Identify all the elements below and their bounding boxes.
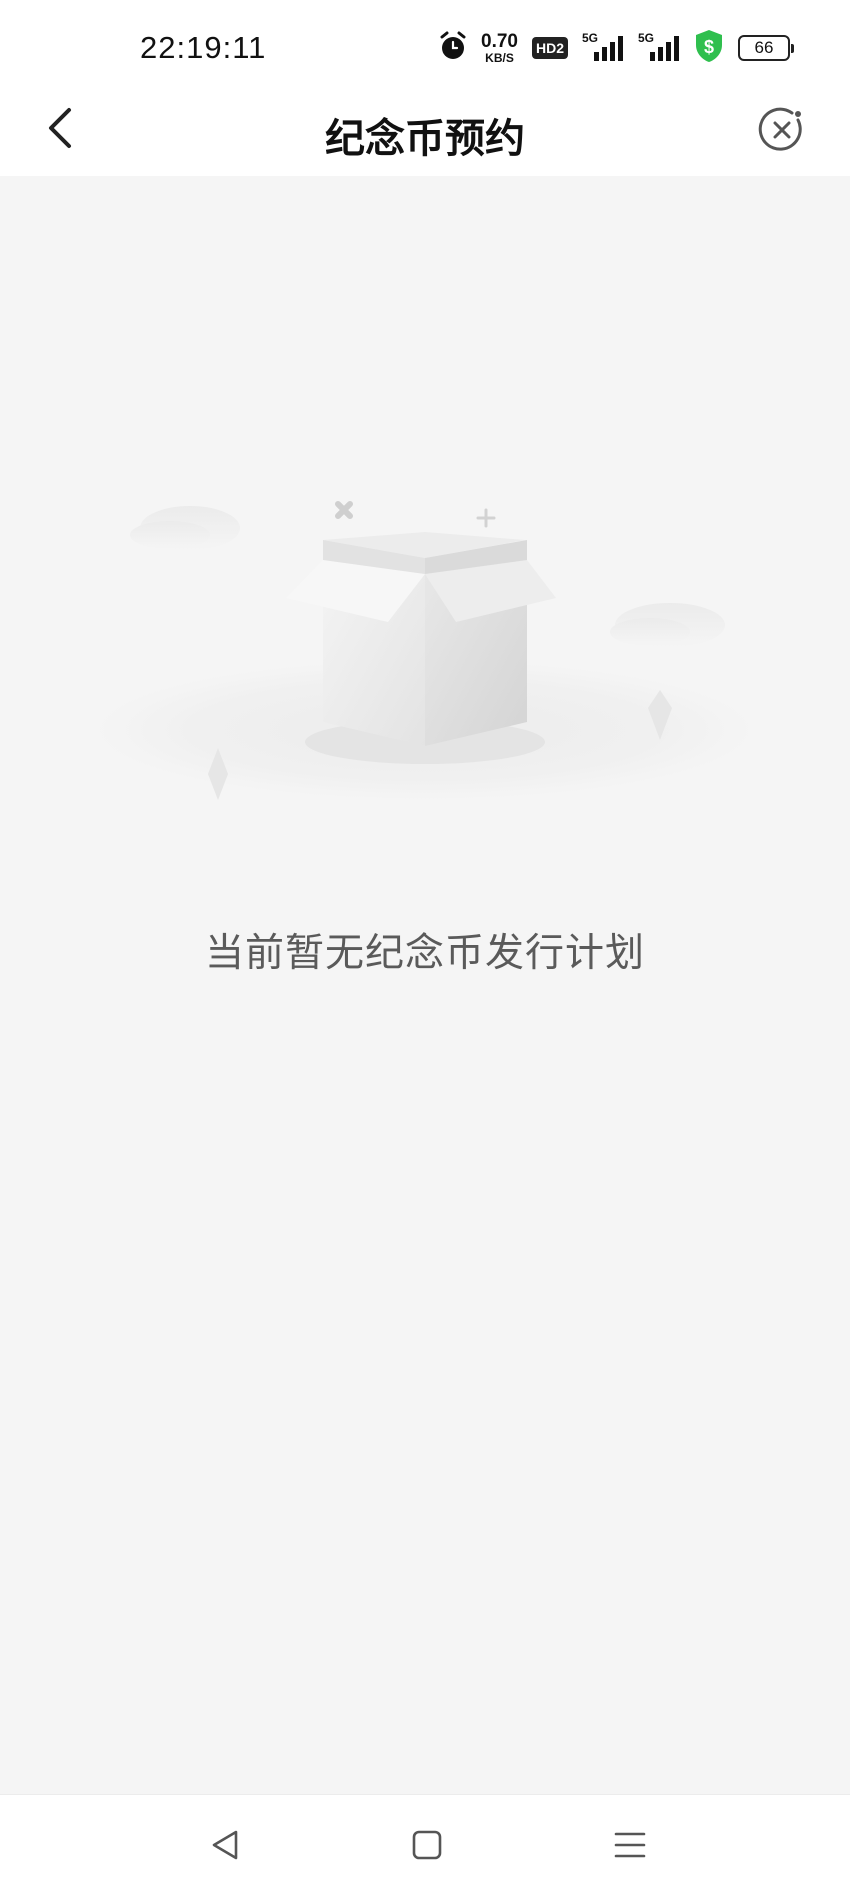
close-button[interactable] (750, 100, 814, 164)
square-home-icon (411, 1829, 443, 1866)
hamburger-menu-icon (613, 1829, 647, 1866)
empty-box-illustration (90, 480, 760, 840)
alarm-icon (439, 31, 467, 66)
status-bar: 22:19:11 0.70 KB/S HD2 5G 5G $ 66 (0, 0, 850, 86)
signal-label: 5G (638, 31, 655, 45)
nav-home-button[interactable] (397, 1817, 457, 1877)
signal-label: 5G (582, 31, 599, 45)
header-bar: 纪念币预约 (0, 86, 850, 176)
signal-5g-icon: 5G (638, 31, 680, 63)
network-speed-value: 0.70 (481, 31, 518, 52)
nav-back-button[interactable] (195, 1817, 255, 1877)
hd-icon: HD2 (531, 37, 568, 59)
empty-state-message: 当前暂无纪念币发行计划 (204, 932, 645, 975)
status-time: 22:19:11 (140, 30, 267, 65)
network-speed-unit: KB/S (485, 51, 514, 65)
triangle-back-icon (208, 1828, 242, 1867)
page-title: 纪念币预约 (325, 117, 525, 161)
signal-5g-icon: 5G (582, 31, 624, 63)
security-shield-icon: $ (694, 29, 724, 68)
battery-icon: 66 (738, 35, 794, 61)
system-nav-bar (0, 1794, 850, 1898)
svg-text:$: $ (704, 37, 714, 57)
close-circle-icon (758, 106, 806, 159)
status-icons: 0.70 KB/S HD2 5G 5G $ 66 (439, 28, 794, 68)
nav-menu-button[interactable] (600, 1817, 660, 1877)
network-speed: 0.70 KB/S (481, 32, 518, 64)
